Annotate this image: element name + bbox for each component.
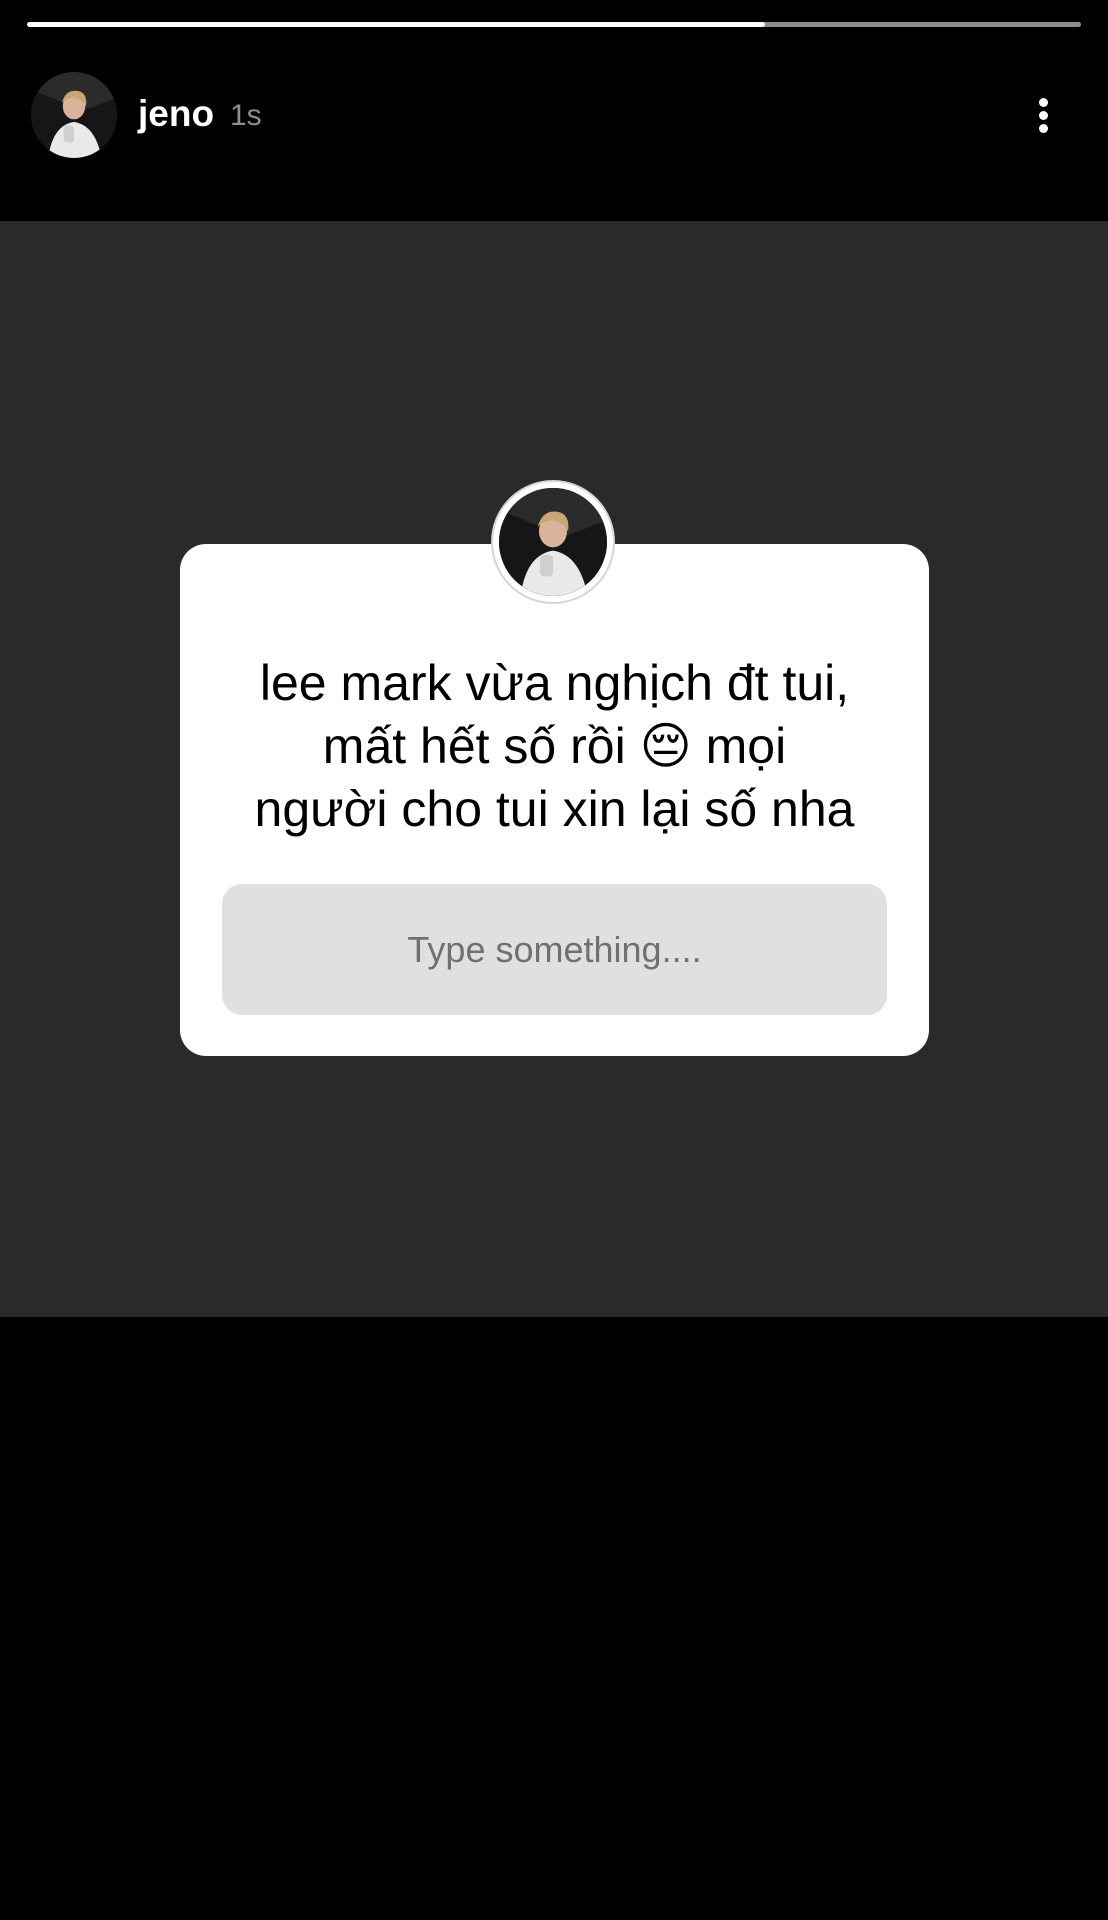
story-progress-bar: [27, 22, 1081, 27]
post-time: 1s: [230, 99, 262, 132]
answer-input[interactable]: Type something....: [222, 884, 887, 1015]
sticker-avatar: [491, 480, 615, 604]
story-progress-fill: [27, 22, 765, 27]
sticker-profile-photo: [499, 488, 607, 596]
story-header: jeno 1s: [0, 60, 1108, 170]
username[interactable]: jeno: [138, 90, 214, 138]
question-sticker[interactable]: lee mark vừa nghịch đt tui, mất hết số r…: [180, 544, 929, 1056]
avatar[interactable]: [31, 72, 117, 158]
profile-photo: [31, 72, 117, 158]
question-text: lee mark vừa nghịch đt tui, mất hết số r…: [254, 655, 855, 837]
more-options-icon[interactable]: [1024, 94, 1064, 138]
story-content[interactable]: lee mark vừa nghịch đt tui, mất hết số r…: [0, 221, 1108, 1317]
